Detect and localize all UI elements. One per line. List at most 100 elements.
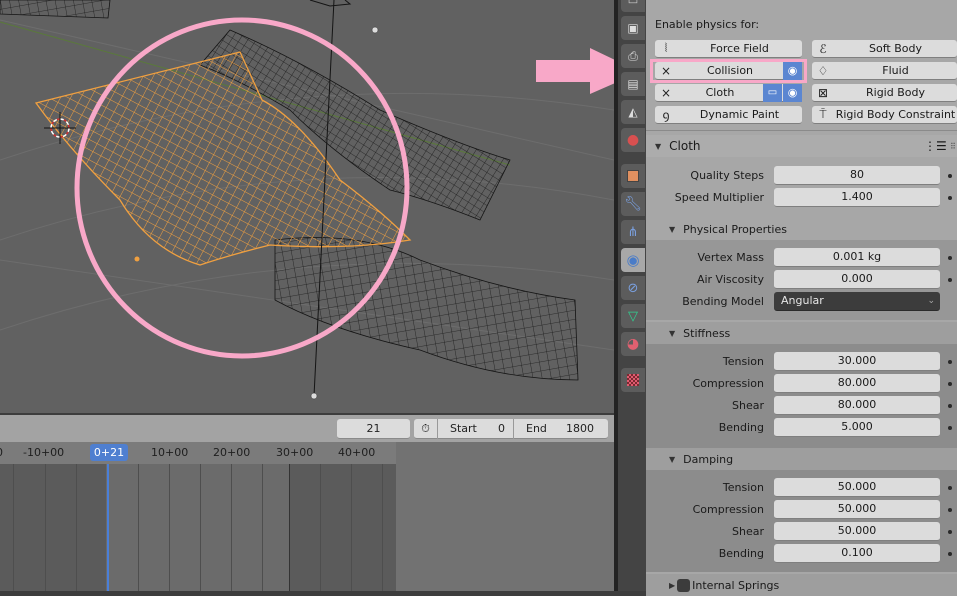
- keyframe-dot[interactable]: [948, 360, 952, 364]
- wire-mesh-top-left: [0, 0, 111, 19]
- speed-multiplier-field[interactable]: 1.400: [774, 188, 940, 207]
- damping-title: Damping: [683, 452, 734, 466]
- damping-compression-field[interactable]: 50.000: [774, 500, 940, 519]
- tab-tool[interactable]: ▭: [621, 0, 645, 12]
- tab-object[interactable]: [621, 164, 645, 188]
- fluid-label: Fluid: [882, 64, 909, 77]
- force-field-label: Force Field: [710, 42, 769, 55]
- constraint-icon: ⊘: [627, 280, 639, 296]
- tab-output[interactable]: ⎙: [621, 44, 645, 68]
- damping-tension-field[interactable]: 50.000: [774, 478, 940, 497]
- playhead-frame-label[interactable]: 0+21: [90, 444, 128, 461]
- internal-springs-header[interactable]: ▶ Internal Springs: [646, 574, 957, 596]
- quality-steps-field[interactable]: 80: [774, 166, 940, 185]
- damping-header[interactable]: ▼ Damping: [646, 448, 957, 470]
- remove-collision-icon[interactable]: ×: [655, 64, 677, 78]
- start-label: Start: [450, 421, 477, 435]
- timeline-editor[interactable]: 21 ⏱ Start 0 End 1800 0 -10+00 0+21 10+0…: [0, 415, 614, 591]
- keyframe-dot[interactable]: [948, 552, 952, 556]
- keyframe-dot[interactable]: [948, 256, 952, 260]
- fluid-button[interactable]: ♢ Fluid: [812, 62, 957, 80]
- collision-button[interactable]: × Collision ◉: [655, 61, 802, 80]
- rigid-body-constraint-icon: ⍑: [819, 107, 827, 121]
- start-frame-field[interactable]: Start 0: [438, 418, 514, 439]
- force-field-button[interactable]: ⦚ Force Field: [655, 40, 802, 58]
- tab-modifiers[interactable]: 🔧︎: [621, 192, 645, 216]
- end-frame-field[interactable]: End 1800: [514, 422, 608, 435]
- rigid-body-constraint-button[interactable]: ⍑ Rigid Body Constraint: [812, 106, 957, 124]
- stiffness-compression-field[interactable]: 80.000: [774, 374, 940, 393]
- wrench-icon: 🔧︎: [624, 196, 642, 212]
- bending-model-dropdown[interactable]: Angular ⌄: [774, 292, 940, 311]
- playhead[interactable]: [107, 464, 109, 591]
- tab-constraints[interactable]: ⊘: [621, 276, 645, 300]
- enable-physics-label: Enable physics for:: [655, 18, 760, 31]
- soft-body-icon: ℰ: [819, 41, 827, 56]
- quality-steps-label: Quality Steps: [690, 169, 764, 182]
- soft-body-button[interactable]: ℰ Soft Body: [812, 40, 957, 58]
- rigid-body-constraint-label: Rigid Body Constraint: [835, 108, 956, 121]
- cloth-panel-header[interactable]: ▼ Cloth ⋮☰ ⠿: [646, 135, 957, 157]
- tab-material[interactable]: ◕: [621, 332, 645, 356]
- image-stack-icon: ▤: [627, 77, 639, 91]
- physical-properties-header[interactable]: ▼ Physical Properties: [646, 218, 957, 240]
- monitor-icon[interactable]: ▭: [763, 83, 782, 102]
- stiffness-header[interactable]: ▼ Stiffness: [646, 322, 957, 344]
- stiffness-bending-label: Bending: [718, 421, 764, 434]
- timeline-header: 21 ⏱ Start 0 End 1800: [0, 415, 614, 442]
- internal-springs-checkbox[interactable]: [677, 578, 691, 592]
- presets-list-icon[interactable]: ⋮☰: [924, 139, 947, 153]
- keyframe-dot[interactable]: [948, 278, 952, 282]
- cloth-panel-title: Cloth: [669, 139, 701, 153]
- cloth-button[interactable]: × Cloth ▭ ◉: [655, 83, 802, 102]
- tab-physics[interactable]: ◉: [621, 248, 645, 272]
- vertex-mass-field[interactable]: 0.001 kg: [774, 248, 940, 267]
- camera-icon: ▣: [627, 21, 639, 35]
- keyframe-dot[interactable]: [948, 530, 952, 534]
- bending-model-label: Bending Model: [682, 295, 764, 308]
- rigid-body-button[interactable]: ⊠ Rigid Body: [812, 84, 957, 102]
- keyframe-dot[interactable]: [948, 486, 952, 490]
- render-camera-icon[interactable]: ◉: [783, 83, 802, 102]
- 3d-viewport[interactable]: [0, 0, 614, 413]
- physics-icon: ◉: [626, 251, 640, 269]
- collapse-triangle-icon: ▼: [669, 328, 676, 338]
- tool-icon: ▭: [627, 0, 639, 7]
- air-viscosity-field[interactable]: 0.000: [774, 270, 940, 289]
- stopwatch-icon[interactable]: ⏱: [414, 418, 438, 439]
- keyframe-dot[interactable]: [948, 404, 952, 408]
- keyframe-dot[interactable]: [948, 196, 952, 200]
- current-frame-field[interactable]: 21: [337, 419, 410, 439]
- stiffness-shear-field[interactable]: 80.000: [774, 396, 940, 415]
- stiffness-shear-label: Shear: [732, 399, 764, 412]
- timeline-body[interactable]: [0, 464, 396, 591]
- keyframe-dot[interactable]: [948, 174, 952, 178]
- stiffness-bending-field[interactable]: 5.000: [774, 418, 940, 437]
- tab-world[interactable]: ●: [621, 128, 645, 152]
- keyframe-dot[interactable]: [948, 508, 952, 512]
- properties-tabs: ▭ ▣ ⎙ ▤ ◭ ● 🔧︎ ⋔ ◉ ⊘ ▽ ◕: [618, 0, 646, 591]
- tab-scene[interactable]: ◭: [621, 100, 645, 124]
- particles-icon: ⋔: [627, 224, 639, 240]
- drag-handle-icon[interactable]: ⠿: [950, 142, 956, 151]
- dynamic-paint-button[interactable]: ꝯ Dynamic Paint: [655, 106, 802, 124]
- eye-icon[interactable]: ◉: [783, 61, 802, 80]
- remove-cloth-icon[interactable]: ×: [655, 86, 677, 100]
- speed-multiplier-label: Speed Multiplier: [674, 191, 764, 204]
- dynamic-paint-icon: ꝯ: [662, 108, 670, 122]
- tab-view-layer[interactable]: ▤: [621, 72, 645, 96]
- keyframe-dot[interactable]: [948, 382, 952, 386]
- force-field-icon: ⦚: [664, 41, 668, 55]
- tab-texture[interactable]: [621, 368, 645, 392]
- timeline-ruler[interactable]: 0 -10+00 0+21 10+00 20+00 30+00 40+00: [0, 442, 396, 464]
- keyframe-dot[interactable]: [948, 426, 952, 430]
- stiffness-compression-label: Compression: [692, 377, 764, 390]
- tab-render[interactable]: ▣: [621, 16, 645, 40]
- damping-bending-field[interactable]: 0.100: [774, 544, 940, 563]
- damping-shear-field[interactable]: 50.000: [774, 522, 940, 541]
- tab-data[interactable]: ▽: [621, 304, 645, 328]
- stiffness-tension-field[interactable]: 30.000: [774, 352, 940, 371]
- stiffness-title: Stiffness: [683, 326, 731, 340]
- tab-particles[interactable]: ⋔: [621, 220, 645, 244]
- chevron-down-icon: ⌄: [927, 296, 935, 306]
